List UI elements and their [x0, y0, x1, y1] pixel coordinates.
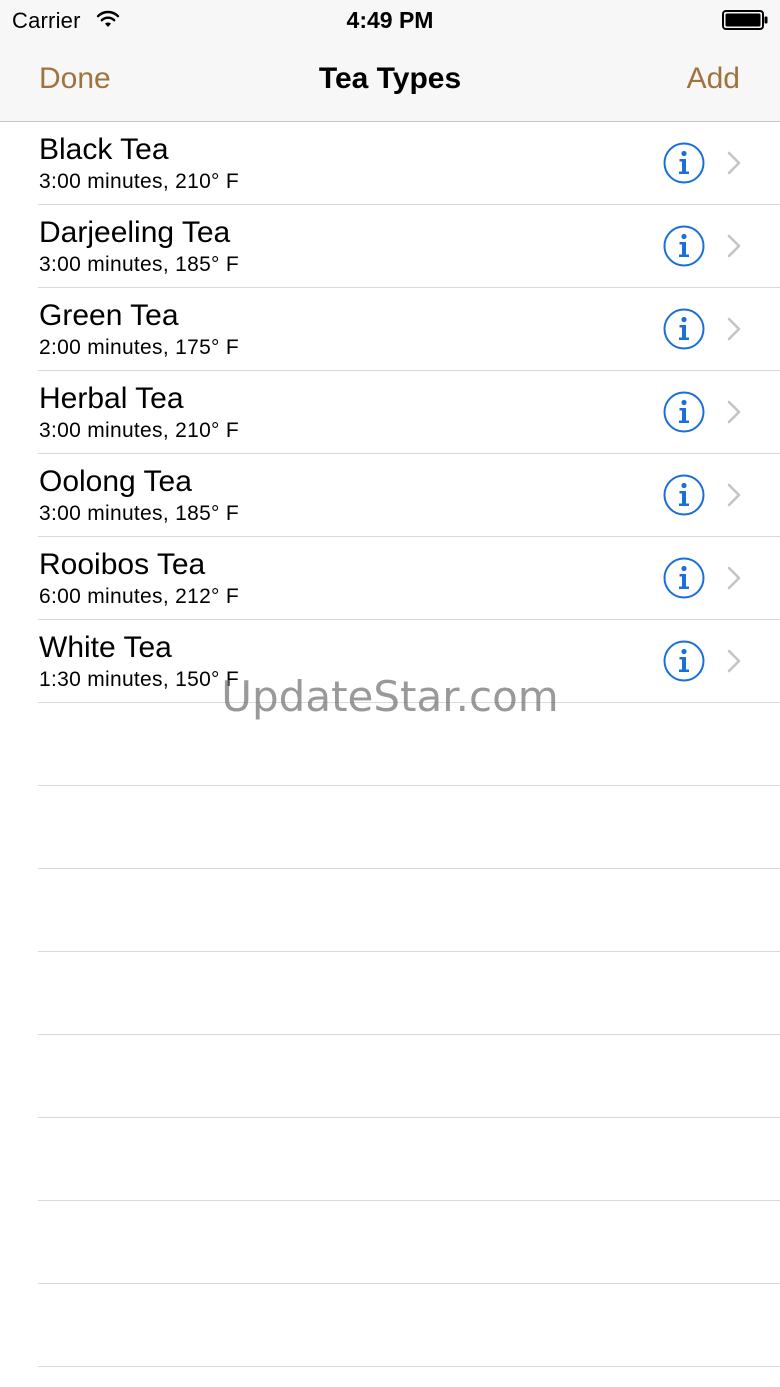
- tea-name: Green Tea: [39, 299, 179, 332]
- info-circle-icon[interactable]: [662, 556, 706, 600]
- empty-row: [0, 703, 780, 786]
- status-bar: Carrier 4:49 PM: [0, 0, 780, 40]
- info-circle-icon[interactable]: [662, 639, 706, 683]
- tea-name: Herbal Tea: [39, 382, 184, 415]
- info-circle-icon[interactable]: [662, 390, 706, 434]
- page-title: Tea Types: [318, 62, 462, 95]
- tea-detail: 3:00 minutes, 185° F: [39, 502, 240, 525]
- empty-row: [0, 1284, 780, 1367]
- info-circle-icon[interactable]: [662, 141, 706, 185]
- list-item[interactable]: Rooibos Tea 6:00 minutes, 212° F: [0, 537, 780, 620]
- list-item[interactable]: Herbal Tea 3:00 minutes, 210° F: [0, 371, 780, 454]
- info-circle-icon[interactable]: [662, 307, 706, 351]
- empty-row: [0, 786, 780, 869]
- chevron-right-icon: [727, 317, 741, 341]
- tea-name: Black Tea: [39, 133, 169, 166]
- list-item[interactable]: Green Tea 2:00 minutes, 175° F: [0, 288, 780, 371]
- battery-icon: [722, 10, 768, 30]
- tea-name: Darjeeling Tea: [39, 216, 231, 249]
- empty-row: [0, 1201, 780, 1284]
- empty-row: [0, 952, 780, 1035]
- tea-detail: 3:00 minutes, 210° F: [39, 170, 240, 193]
- tea-detail: 6:00 minutes, 212° F: [39, 585, 240, 608]
- list-item[interactable]: Black Tea 3:00 minutes, 210° F: [0, 122, 780, 205]
- chevron-right-icon: [727, 649, 741, 673]
- tea-name: Oolong Tea: [39, 465, 192, 498]
- empty-row: [0, 869, 780, 952]
- info-circle-icon[interactable]: [662, 224, 706, 268]
- chevron-right-icon: [727, 566, 741, 590]
- chevron-right-icon: [727, 400, 741, 424]
- list-item[interactable]: Oolong Tea 3:00 minutes, 185° F: [0, 454, 780, 537]
- list-item[interactable]: White Tea 1:30 minutes, 150° F: [0, 620, 780, 703]
- chevron-right-icon: [727, 151, 741, 175]
- tea-list: Black Tea 3:00 minutes, 210° F Darjeeling …: [0, 122, 780, 1367]
- empty-row: [0, 1118, 780, 1201]
- chevron-right-icon: [727, 483, 741, 507]
- tea-detail: 1:30 minutes, 150° F: [39, 668, 240, 691]
- add-button[interactable]: Add: [687, 62, 740, 96]
- empty-row: [0, 1035, 780, 1118]
- chevron-right-icon: [727, 234, 741, 258]
- navigation-bar: Done Tea Types Add: [0, 40, 780, 122]
- status-time: 4:49 PM: [346, 7, 434, 33]
- tea-name: White Tea: [39, 631, 172, 664]
- tea-detail: 2:00 minutes, 175° F: [39, 336, 240, 359]
- tea-detail: 3:00 minutes, 210° F: [39, 419, 240, 442]
- tea-name: Rooibos Tea: [39, 548, 206, 581]
- info-circle-icon[interactable]: [662, 473, 706, 517]
- tea-detail: 3:00 minutes, 185° F: [39, 253, 240, 276]
- list-item[interactable]: Darjeeling Tea 3:00 minutes, 185° F: [0, 205, 780, 288]
